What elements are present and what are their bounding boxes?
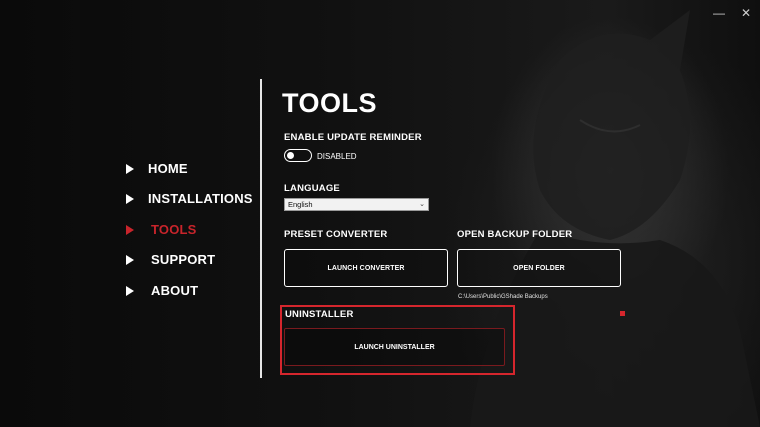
red-marker-dot — [620, 311, 625, 316]
play-triangle-icon — [126, 163, 134, 174]
minimize-button[interactable]: — — [712, 6, 726, 20]
nav-item-label: HOME — [148, 161, 188, 176]
language-select[interactable]: English ⌄ — [284, 198, 429, 211]
launch-uninstaller-button[interactable]: LAUNCH UNINSTALLER — [284, 328, 505, 366]
backup-folder-path: C:\Users\Public\GShade Backups — [458, 294, 548, 300]
nav-item-support[interactable]: SUPPORT — [126, 252, 215, 267]
language-label: LANGUAGE — [284, 183, 340, 194]
launch-converter-label: LAUNCH CONVERTER — [327, 264, 405, 272]
play-triangle-icon — [126, 285, 134, 296]
nav-item-about[interactable]: ABOUT — [126, 283, 198, 298]
nav-item-home[interactable]: HOME — [126, 161, 188, 176]
uninstaller-label: UNINSTALLER — [285, 309, 354, 320]
nav-divider — [260, 79, 262, 378]
nav-item-installations[interactable]: INSTALLATIONS — [126, 191, 253, 206]
update-reminder-state: DISABLED — [317, 152, 357, 161]
nav-item-label: INSTALLATIONS — [148, 191, 253, 206]
nav-item-label: ABOUT — [151, 283, 199, 298]
play-triangle-icon — [126, 193, 134, 204]
play-triangle-icon — [126, 254, 134, 265]
toggle-knob — [287, 151, 294, 159]
nav-item-tools[interactable]: TOOLS — [126, 222, 197, 237]
open-folder-button[interactable]: OPEN FOLDER — [457, 249, 621, 287]
update-reminder-label: ENABLE UPDATE REMINDER — [284, 132, 422, 143]
page-title: TOOLS — [282, 88, 378, 118]
play-triangle-icon — [126, 224, 134, 235]
launch-converter-button[interactable]: LAUNCH CONVERTER — [284, 249, 448, 287]
language-selected-value: English — [288, 200, 313, 209]
open-folder-label: OPEN FOLDER — [513, 264, 565, 272]
launch-uninstaller-label: LAUNCH UNINSTALLER — [354, 343, 435, 351]
chevron-down-icon: ⌄ — [419, 201, 425, 208]
backup-folder-label: OPEN BACKUP FOLDER — [457, 229, 573, 240]
close-button[interactable]: ✕ — [739, 6, 753, 20]
nav-item-label: SUPPORT — [151, 252, 216, 267]
nav-item-label: TOOLS — [151, 222, 197, 237]
preset-converter-label: PRESET CONVERTER — [284, 229, 388, 240]
update-reminder-toggle[interactable] — [284, 149, 312, 162]
